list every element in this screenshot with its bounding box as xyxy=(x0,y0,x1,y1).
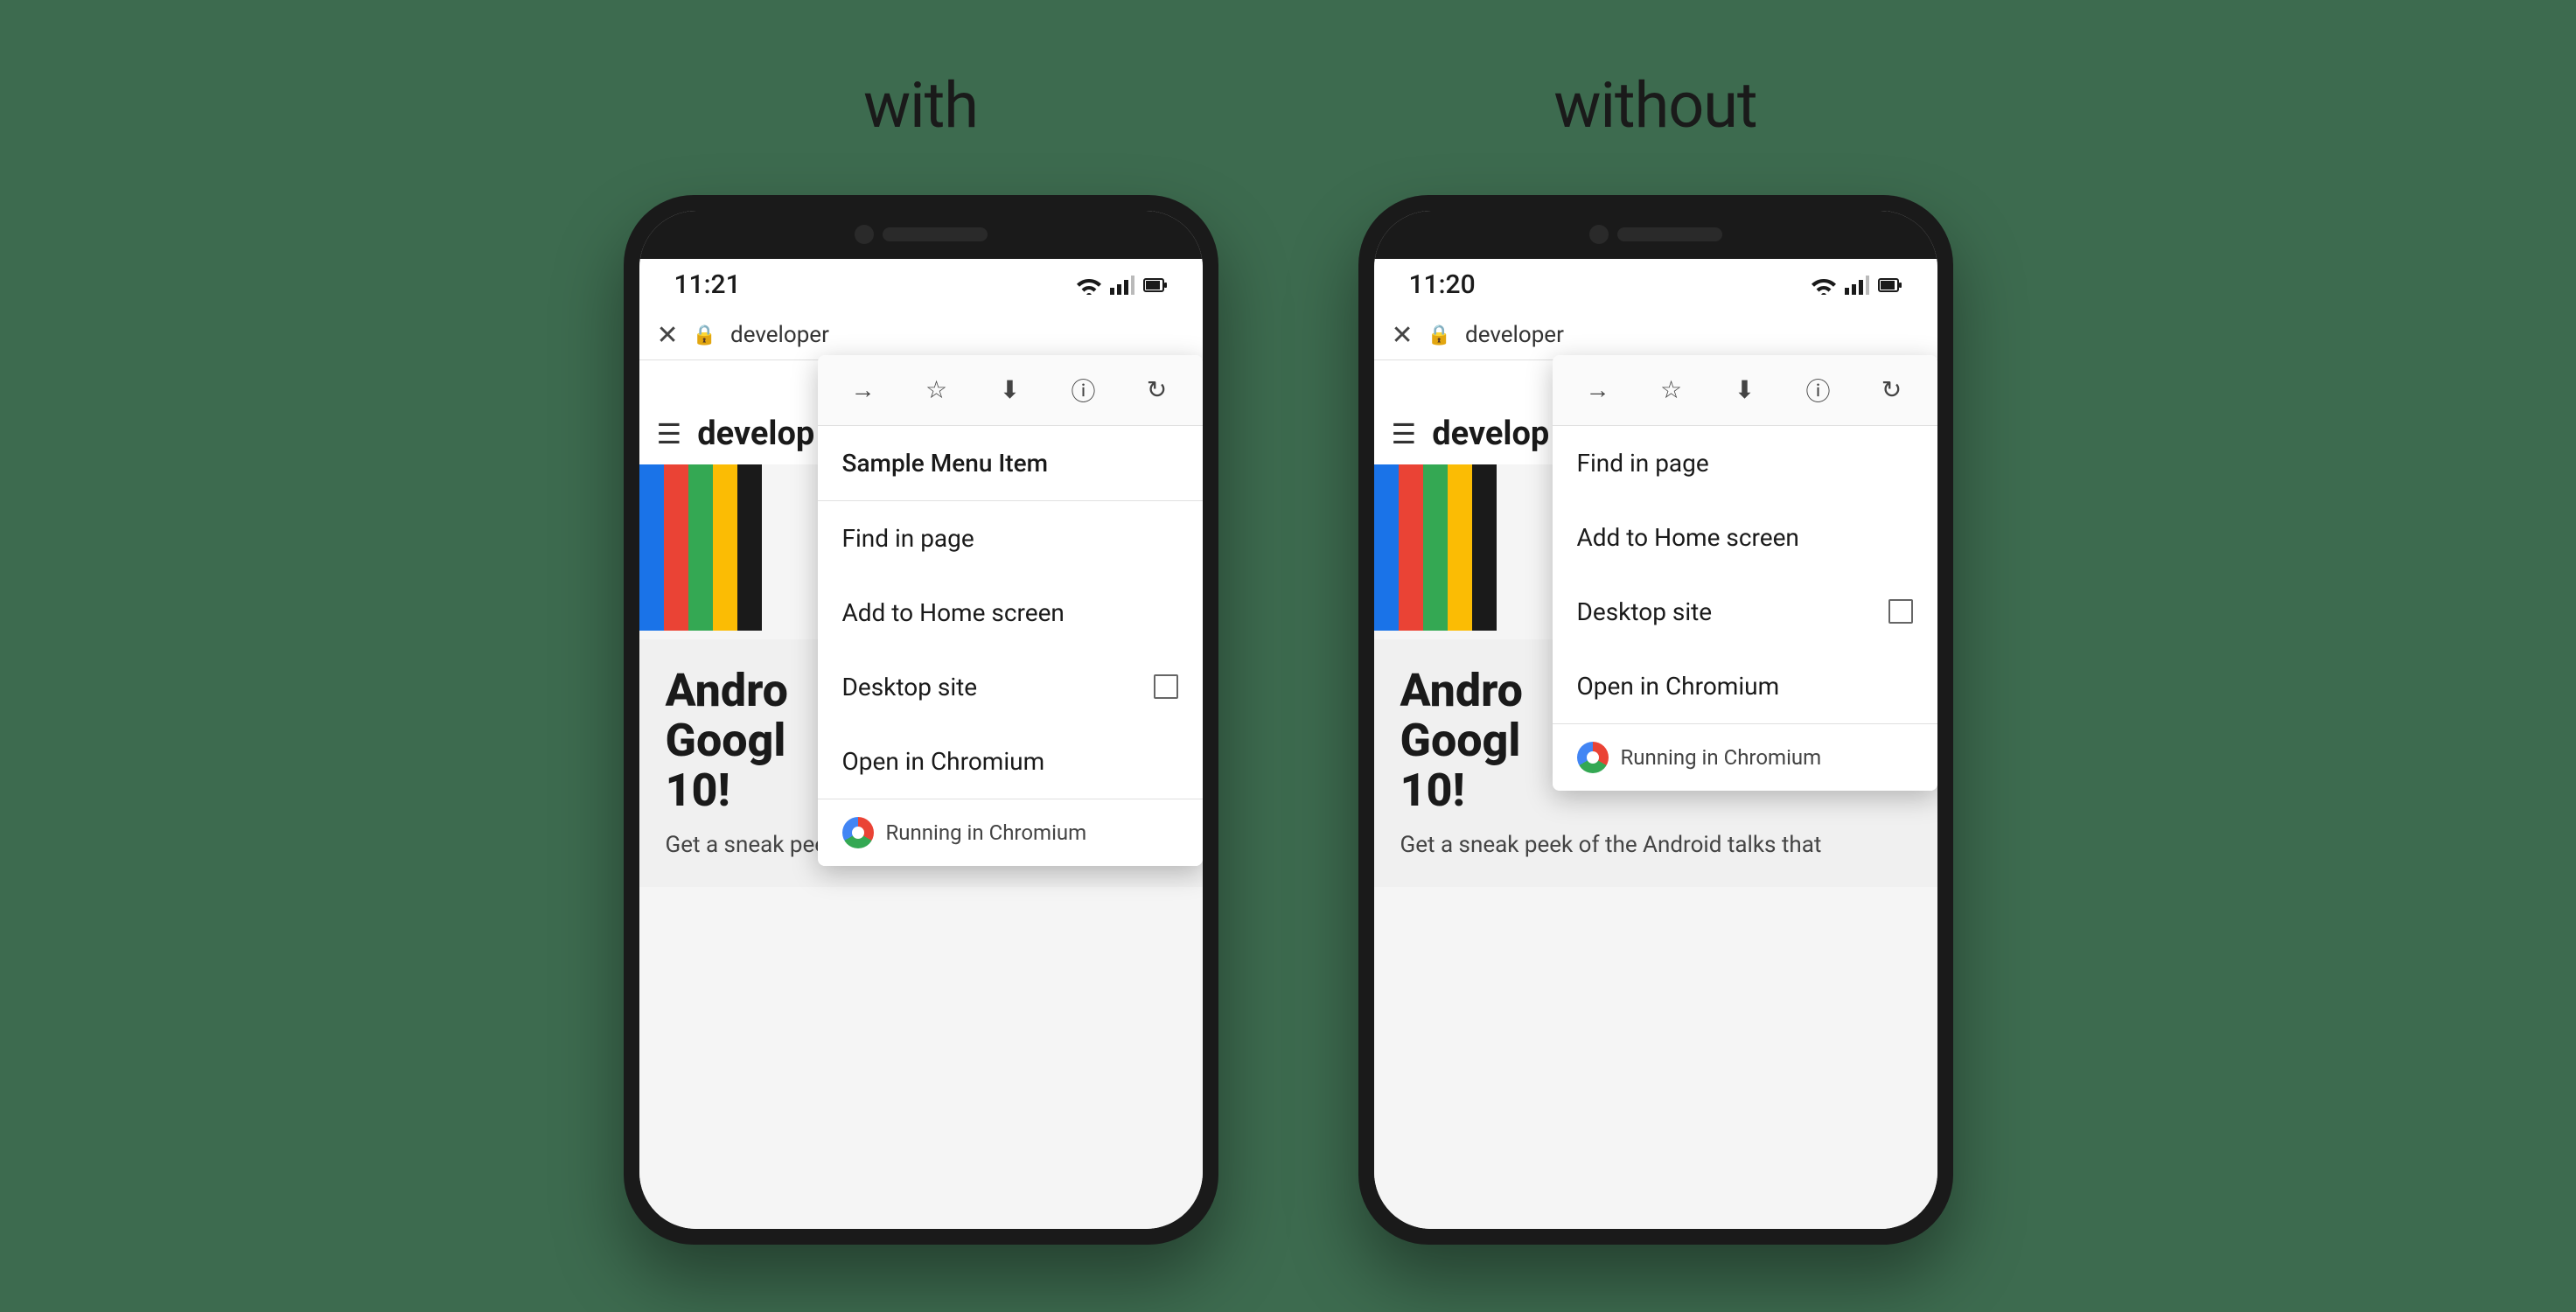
refresh-icon-with[interactable]: ↻ xyxy=(1135,373,1179,408)
status-bar-without: 11:20 xyxy=(1374,259,1937,311)
panel-with-label: with xyxy=(863,68,978,143)
forward-icon-with[interactable]: → xyxy=(841,373,885,408)
dropdown-item-add-with[interactable]: Add to Home screen xyxy=(818,576,1203,650)
dropdown-menu-without[interactable]: → ☆ ⬇ ⓘ ↻ Find in page Add to Home scree… xyxy=(1553,355,1937,791)
dropdown-item-find-without[interactable]: Find in page xyxy=(1553,426,1937,500)
browser-lock-without: 🔒 xyxy=(1428,325,1451,346)
desktop-checkbox-with[interactable] xyxy=(1154,674,1178,699)
forward-icon-without[interactable]: → xyxy=(1576,373,1620,408)
camera-dot-with xyxy=(855,225,874,244)
speaker-bar-without xyxy=(1617,227,1722,241)
info-icon-without[interactable]: ⓘ xyxy=(1797,373,1840,408)
desktop-checkbox-without[interactable] xyxy=(1888,599,1913,624)
star-icon-with[interactable]: ☆ xyxy=(915,373,959,408)
dropdown-item-find-with[interactable]: Find in page xyxy=(818,501,1203,576)
signal-icon-without xyxy=(1845,276,1869,295)
comparison-container: with 11:21 xyxy=(624,68,1953,1245)
running-text-without: Running in Chromium xyxy=(1621,745,1822,770)
signal-icon-with xyxy=(1110,276,1134,295)
phone-inner-without: 11:20 xyxy=(1374,211,1937,1229)
panel-with: with 11:21 xyxy=(624,68,1218,1245)
download-icon-with[interactable]: ⬇ xyxy=(988,373,1032,408)
dropdown-menu-with[interactable]: → ☆ ⬇ ⓘ ↻ Sample Menu Item Find in page xyxy=(818,355,1203,866)
hero-subtitle-without: Get a sneak peek of the Android talks th… xyxy=(1400,829,1911,861)
browser-url-without: developer xyxy=(1465,322,1919,348)
battery-icon-with xyxy=(1143,276,1168,295)
dropdown-icons-row-without: → ☆ ⬇ ⓘ ↻ xyxy=(1553,355,1937,426)
status-icons-without xyxy=(1812,276,1902,295)
dropdown-item-open-with[interactable]: Open in Chromium xyxy=(818,724,1203,799)
info-icon-with[interactable]: ⓘ xyxy=(1062,373,1106,408)
star-icon-without[interactable]: ☆ xyxy=(1650,373,1693,408)
status-bar-with: 11:21 xyxy=(639,259,1203,311)
browser-bar-without[interactable]: ✕ 🔒 developer xyxy=(1374,311,1937,360)
panel-without: without 11:20 xyxy=(1358,68,1953,1245)
running-text-with: Running in Chromium xyxy=(886,820,1087,845)
browser-url-with: developer xyxy=(730,322,1184,348)
battery-icon-without xyxy=(1878,276,1902,295)
running-footer-with: Running in Chromium xyxy=(818,799,1203,866)
running-footer-without: Running in Chromium xyxy=(1553,723,1937,791)
dropdown-item-desktop-with[interactable]: Desktop site xyxy=(818,650,1203,724)
refresh-icon-without[interactable]: ↻ xyxy=(1870,373,1914,408)
sample-menu-item-with[interactable]: Sample Menu Item xyxy=(818,426,1203,501)
browser-close-with[interactable]: ✕ xyxy=(657,320,679,351)
phone-frame-without: 11:20 xyxy=(1358,195,1953,1245)
dropdown-item-open-without[interactable]: Open in Chromium xyxy=(1553,649,1937,723)
phone-frame-with: 11:21 xyxy=(624,195,1218,1245)
dropdown-item-desktop-without[interactable]: Desktop site xyxy=(1553,575,1937,649)
phone-top-bar-without xyxy=(1374,211,1937,259)
site-title-without: develop xyxy=(1432,415,1549,453)
status-time-without: 11:20 xyxy=(1409,269,1476,300)
hamburger-icon-with[interactable]: ☰ xyxy=(657,417,682,450)
hamburger-icon-without[interactable]: ☰ xyxy=(1392,417,1417,450)
status-time-with: 11:21 xyxy=(674,269,741,300)
camera-dot-without xyxy=(1589,225,1609,244)
status-icons-with xyxy=(1077,276,1168,295)
phone-inner-with: 11:21 xyxy=(639,211,1203,1229)
chromium-icon-with xyxy=(842,817,874,848)
browser-bar-with[interactable]: ✕ 🔒 developer xyxy=(639,311,1203,360)
site-title-with: develop xyxy=(697,415,814,453)
speaker-bar-with xyxy=(883,227,988,241)
phone-top-bar-with xyxy=(639,211,1203,259)
download-icon-without[interactable]: ⬇ xyxy=(1723,373,1767,408)
wifi-icon-without xyxy=(1812,276,1836,295)
wifi-icon-with xyxy=(1077,276,1101,295)
browser-close-without[interactable]: ✕ xyxy=(1392,320,1414,351)
panel-without-label: without xyxy=(1553,68,1756,143)
browser-lock-with: 🔒 xyxy=(693,325,716,346)
dropdown-icons-row-with: → ☆ ⬇ ⓘ ↻ xyxy=(818,355,1203,426)
chromium-icon-without xyxy=(1577,742,1609,773)
dropdown-item-add-without[interactable]: Add to Home screen xyxy=(1553,500,1937,575)
